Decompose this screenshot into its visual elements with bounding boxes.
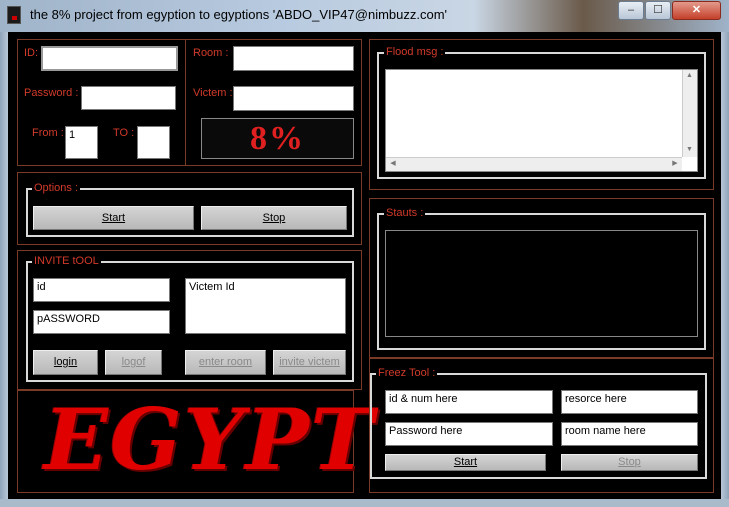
enter-room-label: enter room [198, 356, 253, 368]
window-frame-left [0, 32, 8, 507]
from-label: From : [32, 127, 64, 139]
options-stop-label: Stop [262, 212, 286, 224]
close-button[interactable]: ✕ [672, 1, 721, 20]
invite-id-input[interactable]: id [33, 278, 170, 302]
flood-horizontal-scrollbar[interactable] [386, 157, 682, 171]
freez-stop-label: Stop [618, 456, 641, 468]
victem-label: Victem : [193, 87, 233, 99]
options-stop-button[interactable]: Stop [201, 206, 347, 230]
options-label: Options : [32, 182, 81, 194]
flood-label: Flood msg : [384, 46, 446, 58]
id-label: ID: [24, 47, 39, 59]
scroll-down-icon[interactable]: ▼ [682, 145, 697, 155]
freez-start-button[interactable]: Start [385, 454, 546, 471]
scroll-up-icon[interactable]: ▲ [682, 71, 697, 81]
freez-resorce-input[interactable]: resorce here [561, 390, 698, 414]
flood-message-text [388, 72, 678, 152]
flood-vertical-scrollbar[interactable] [682, 70, 697, 157]
room-label: Room : [193, 47, 229, 59]
freez-stop-button[interactable]: Stop [561, 454, 698, 471]
egypt-banner-text: EGYPT [44, 390, 376, 489]
status-output [385, 230, 698, 337]
logof-button[interactable]: logof [105, 350, 162, 375]
from-input[interactable]: 1 [65, 126, 98, 159]
victem-input[interactable] [233, 86, 354, 111]
scroll-left-icon[interactable]: ◀ [388, 159, 398, 169]
password-input[interactable] [81, 86, 176, 110]
freez-start-label: Start [453, 456, 478, 468]
invite-tool-label: INVITE tOOL [32, 255, 101, 267]
status-label: Stauts : [384, 207, 426, 219]
login-button[interactable]: login [33, 350, 98, 375]
maximize-button[interactable]: ☐ [645, 1, 671, 20]
freez-tool-label: Freez Tool : [376, 367, 438, 379]
freez-password-input[interactable]: Password here [385, 422, 553, 446]
freez-room-name-input[interactable]: room name here [561, 422, 698, 446]
invite-victem-label: invite victem [279, 356, 340, 368]
invite-victem-id-input[interactable]: Victem Id [185, 278, 346, 334]
options-start-button[interactable]: Start [33, 206, 194, 230]
login-label: login [53, 356, 78, 368]
enter-room-button[interactable]: enter room [185, 350, 266, 375]
window-frame-bottom [0, 499, 729, 507]
freez-id-num-input[interactable]: id & num here [385, 390, 553, 414]
password-label: Password : [24, 87, 79, 99]
logof-label: logof [121, 356, 146, 368]
invite-victem-button[interactable]: invite victem [273, 350, 346, 375]
id-input[interactable] [41, 46, 178, 71]
invite-password-input[interactable]: pASSWORD [33, 310, 170, 334]
minimize-button[interactable]: – [618, 1, 644, 20]
window-frame-right [721, 32, 729, 507]
to-label: TO : [113, 127, 135, 139]
logo-8-percent: 8% [250, 120, 305, 157]
scroll-right-icon[interactable]: ▶ [670, 159, 680, 169]
app-icon [7, 6, 21, 24]
room-input[interactable] [233, 46, 354, 71]
to-input[interactable] [137, 126, 170, 159]
window-title: the 8% project from egyption to egyption… [30, 7, 448, 22]
options-start-label: Start [101, 212, 126, 224]
